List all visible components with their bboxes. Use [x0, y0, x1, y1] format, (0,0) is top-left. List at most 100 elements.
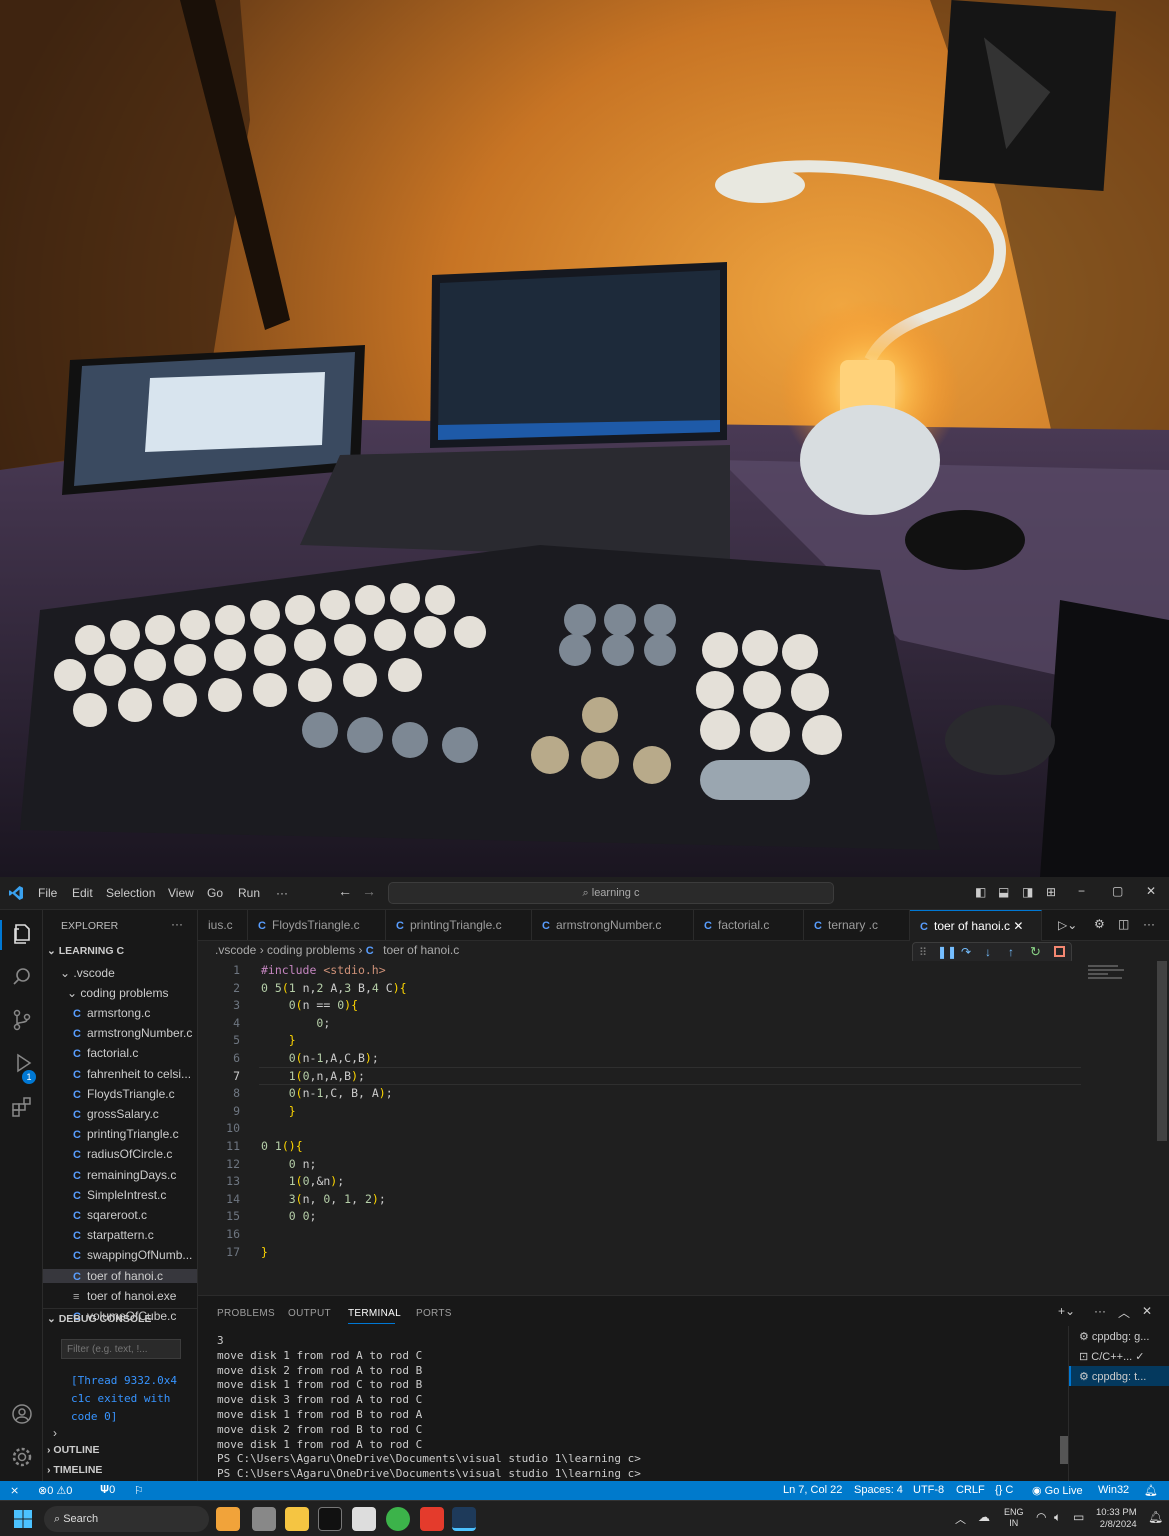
file-item[interactable]: CarmstrongNumber.c — [73, 1026, 197, 1040]
ports-status[interactable]: 𝚿0 — [100, 1484, 115, 1497]
file-item[interactable]: Cfahrenheit to celsi... — [73, 1067, 197, 1081]
folder-root[interactable]: ⌄ LEARNING C — [47, 945, 124, 957]
notification-icon[interactable]: 🔔︎ — [1148, 1510, 1163, 1524]
outline-header[interactable]: › OUTLINE — [47, 1444, 100, 1456]
tab-output[interactable]: OUTPUT — [288, 1308, 331, 1319]
stop-icon[interactable] — [1054, 946, 1065, 957]
menu-file[interactable]: File — [38, 886, 57, 900]
tab-terminal[interactable]: TERMINAL — [348, 1308, 401, 1319]
code-line[interactable]: } — [261, 1104, 296, 1118]
language-indicator[interactable]: ENG IN — [1004, 1507, 1024, 1529]
code-line[interactable]: 0 0; — [261, 1209, 317, 1223]
close-panel-icon[interactable]: ✕ — [1142, 1304, 1152, 1318]
code-line[interactable]: 0 5(1 n,2 A,3 B,4 C){ — [261, 981, 407, 995]
breadcrumb-item[interactable]: coding problems — [267, 943, 355, 957]
taskbar-search[interactable]: ⌕ Search — [44, 1506, 209, 1532]
file-item[interactable]: CremainingDays.c — [73, 1168, 197, 1182]
file-item[interactable]: CprintingTriangle.c — [73, 1127, 197, 1141]
code-line[interactable]: 1(0,n,A,B); — [261, 1069, 365, 1083]
terminal-item[interactable]: ⊡ C/C++... ✓ — [1079, 1350, 1145, 1363]
debug-status-icon[interactable]: ⚐ — [134, 1484, 144, 1497]
code-line[interactable]: } — [261, 1033, 296, 1047]
editor-scrollbar[interactable] — [1157, 961, 1167, 1141]
file-item[interactable]: Ctoer of hanoi.c — [43, 1268, 197, 1283]
cloud-icon[interactable]: ☁ — [978, 1510, 990, 1524]
menu-run[interactable]: Run — [238, 886, 260, 900]
tab-ports[interactable]: PORTS — [416, 1308, 452, 1319]
code-line[interactable]: 0 n; — [261, 1157, 317, 1171]
tab[interactable]: CarmstrongNumber.c — [532, 910, 694, 941]
minimize-icon[interactable]: − — [1078, 884, 1085, 898]
language-mode[interactable]: {} C — [995, 1484, 1013, 1496]
manage-gear-icon[interactable] — [10, 1445, 34, 1469]
vscode-taskbar-icon[interactable] — [452, 1507, 476, 1531]
step-out-icon[interactable]: ↑ — [1008, 945, 1014, 959]
tab[interactable]: C FloydsTriangle.c — [248, 910, 386, 941]
encoding[interactable]: UTF-8 — [913, 1484, 944, 1496]
battery-icon[interactable]: ▭ — [1073, 1510, 1084, 1524]
command-center-search[interactable]: ⌕ learning c — [388, 882, 834, 904]
file-item[interactable]: Cstarpattern.c — [73, 1228, 197, 1242]
chrome-icon[interactable] — [386, 1507, 410, 1531]
search-icon[interactable] — [10, 965, 34, 989]
new-terminal-icon[interactable]: +⌄ — [1058, 1304, 1075, 1318]
restart-icon[interactable]: ↻ — [1030, 944, 1041, 960]
tab[interactable]: CprintingTriangle.c — [386, 910, 532, 941]
timeline-header[interactable]: › TIMELINE — [47, 1464, 102, 1476]
code-line[interactable]: 0(n-1,C, B, A); — [261, 1086, 393, 1100]
tab[interactable]: Cfactorial.c — [694, 910, 804, 941]
terminal-app-icon[interactable] — [318, 1507, 342, 1531]
source-control-icon[interactable] — [10, 1008, 34, 1032]
pause-icon[interactable]: ❚❚ — [937, 945, 957, 959]
toggle-sidebar-icon[interactable]: ◧ — [975, 885, 986, 899]
back-arrow-icon[interactable]: ← — [338, 883, 352, 899]
menu-edit[interactable]: Edit — [72, 886, 93, 900]
volume-icon[interactable]: 🔈︎ — [1054, 1510, 1061, 1525]
terminal-scrollbar[interactable] — [1060, 1436, 1068, 1464]
wifi-icon[interactable]: ◠ — [1036, 1510, 1046, 1524]
notepad-icon[interactable] — [352, 1507, 376, 1531]
debug-console-header[interactable]: ⌄ DEBUG CONSOLE — [47, 1313, 151, 1325]
maximize-panel-icon[interactable]: ︿ — [1118, 1304, 1130, 1321]
menu-more[interactable]: ··· — [276, 886, 288, 900]
file-item[interactable]: ≡ toer of hanoi.exe — [73, 1289, 197, 1303]
close-icon[interactable]: ✕ — [1146, 884, 1156, 898]
file-item[interactable]: C FloydsTriangle.c — [73, 1087, 197, 1101]
explorer-more-icon[interactable]: ··· — [171, 917, 183, 931]
menu-go[interactable]: Go — [207, 886, 223, 900]
minimap[interactable] — [1088, 961, 1148, 991]
terminal-item[interactable]: ⚙ cppdbg: g... — [1079, 1330, 1149, 1343]
file-item[interactable]: Carmsrtong.c — [73, 1006, 197, 1020]
file-explorer-icon[interactable] — [285, 1507, 309, 1531]
cursor-position[interactable]: Ln 7, Col 22 — [783, 1484, 842, 1496]
folder-coding-problems[interactable]: ⌄ coding problems — [67, 986, 168, 1000]
platform[interactable]: Win32 — [1098, 1484, 1129, 1496]
code-editor[interactable]: 1 #include <stdio.h> 2 0 5(1 n,2 A,3 B,4 C)… — [198, 961, 1169, 1291]
file-item[interactable]: CswappingOfNumb... — [73, 1248, 197, 1262]
toggle-secondary-sidebar-icon[interactable]: ◨ — [1022, 885, 1033, 899]
tab[interactable]: ius.c — [198, 910, 248, 941]
explorer-icon[interactable] — [10, 922, 34, 946]
code-line[interactable]: 0(n == 0){ — [261, 998, 358, 1012]
breadcrumb-item[interactable]: toer of hanoi.c — [383, 943, 459, 957]
terminal-item-active[interactable]: ⚙ cppdbg: t... — [1079, 1370, 1146, 1383]
debug-filter-input[interactable] — [61, 1339, 181, 1359]
tab[interactable]: Cternary .c — [804, 910, 910, 941]
breadcrumb-item[interactable]: .vscode — [215, 943, 256, 957]
code-line[interactable]: 1(0,&n); — [261, 1174, 344, 1188]
step-over-icon[interactable]: ↷ — [961, 945, 971, 959]
split-editor-icon[interactable]: ◫ — [1118, 917, 1129, 931]
task-view-icon[interactable] — [252, 1507, 276, 1531]
run-play-icon[interactable]: ▷⌄ — [1058, 918, 1077, 932]
go-live-button[interactable]: ◉ Go Live — [1032, 1484, 1083, 1497]
gear-icon[interactable]: ⚙ — [1094, 917, 1105, 931]
toggle-panel-icon[interactable]: ⬓ — [998, 885, 1009, 899]
more-actions-icon[interactable]: ··· — [1143, 917, 1155, 931]
file-item[interactable]: Csqareroot.c — [73, 1208, 197, 1222]
remote-icon[interactable]: ⨯ — [10, 1484, 19, 1497]
folder-vscode[interactable]: ⌄ .vscode — [60, 966, 115, 980]
chevron-up-icon[interactable]: ︿ — [955, 1511, 966, 1527]
problems-status[interactable]: ⊗0 ⚠0 — [38, 1484, 72, 1497]
code-line[interactable]: 0(n-1,A,C,B); — [261, 1051, 379, 1065]
copilot-app-icon[interactable] — [216, 1507, 240, 1531]
